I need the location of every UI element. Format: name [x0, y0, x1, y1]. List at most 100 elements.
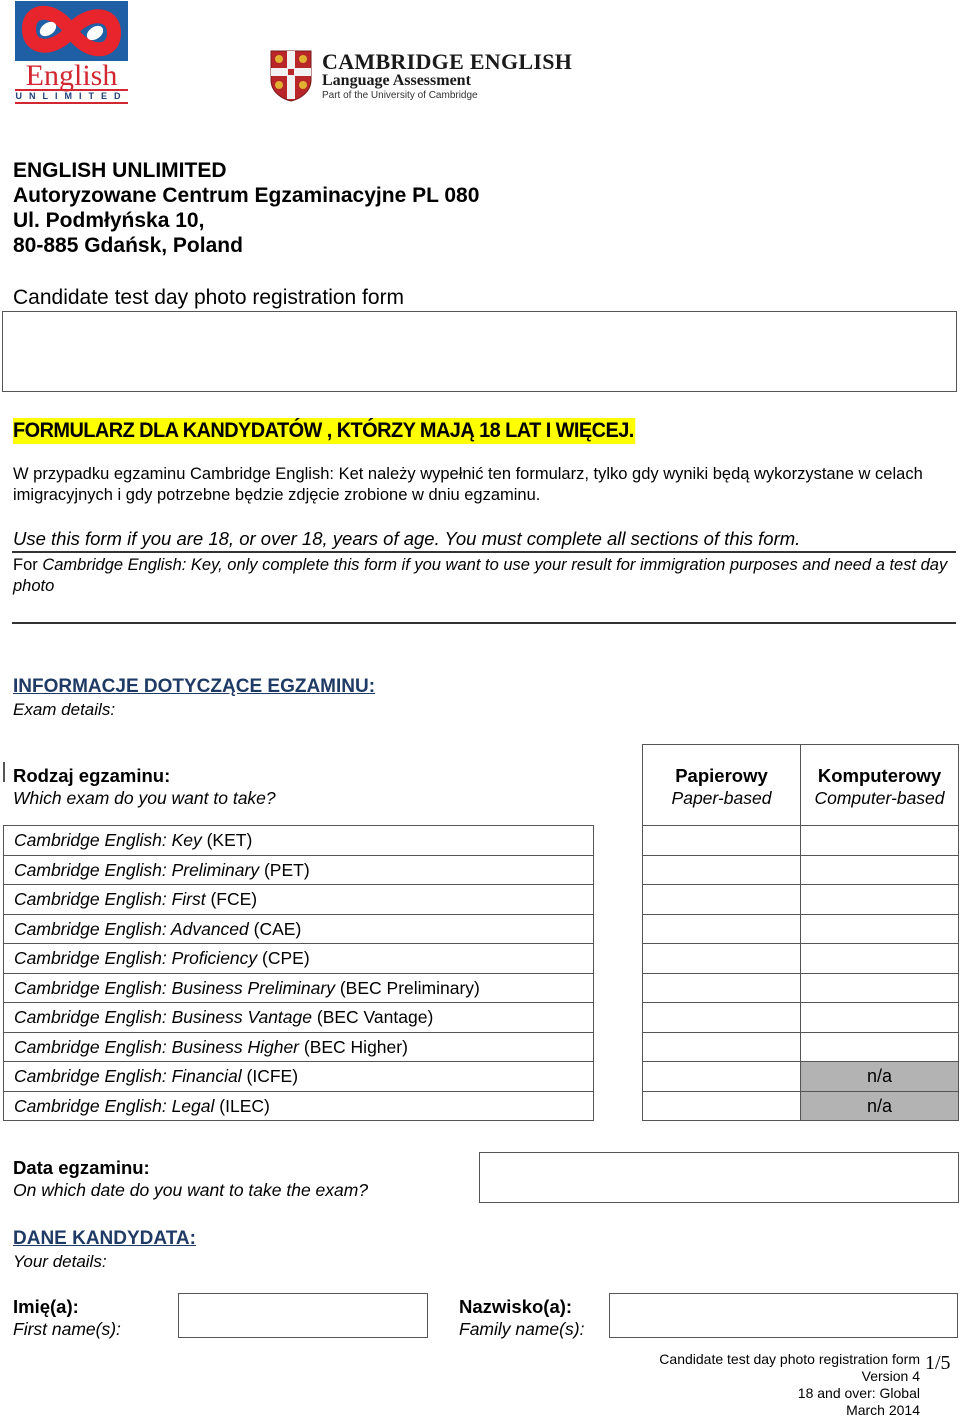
- exam-date-label: Data egzaminu:: [13, 1157, 150, 1178]
- exam-code: (KET): [206, 830, 253, 850]
- centre-authorisation: Autoryzowane Centrum Egzaminacyjne PL 08…: [13, 184, 480, 207]
- footer-date: March 2014: [846, 1402, 920, 1418]
- exam-details-heading: INFORMACJE DOTYCZĄCE EGZAMINU:: [13, 676, 376, 697]
- exam-row: Cambridge English: Business Higher (BEC …: [4, 1031, 593, 1062]
- paper-based-checkbox-cell[interactable]: [643, 856, 800, 885]
- computer-based-checkbox-cell[interactable]: [800, 855, 958, 884]
- exam-name: Cambridge English: Preliminary: [14, 859, 260, 880]
- footer-audience: 18 and over: Global: [797, 1385, 920, 1401]
- exam-code: (BEC Vantage): [316, 1007, 434, 1027]
- age-notice-highlight: FORMULARZ DLA KANDYDATÓW , KTÓRZY MAJĄ 1…: [13, 418, 636, 444]
- exam-mode-row: [643, 854, 958, 885]
- computer-based-sublabel: Computer-based: [814, 788, 945, 808]
- family-name-input[interactable]: [609, 1293, 958, 1338]
- exam-row: Cambridge English: Key (KET): [4, 826, 593, 855]
- footer-version: Version 4: [861, 1368, 920, 1384]
- exam-mode-row: [643, 1031, 958, 1062]
- paper-based-checkbox-cell[interactable]: [643, 974, 800, 1003]
- exam-code: (FCE): [210, 889, 258, 909]
- exam-name: Cambridge English: Legal: [14, 1095, 215, 1116]
- exam-mode-row: [643, 943, 958, 973]
- exam-code: (BEC Higher): [303, 1036, 408, 1057]
- exam-details-subheading: Exam details:: [13, 700, 116, 719]
- exam-mode-row: [643, 913, 958, 944]
- exam-row: Cambridge English: First (FCE): [4, 884, 593, 914]
- exam-row: Cambridge English: Financial (ICFE): [4, 1061, 593, 1091]
- exam-name: Cambridge English: Key: [14, 830, 202, 850]
- centre-street: Ul. Podmłyńska 10,: [13, 209, 205, 232]
- paper-based-checkbox-cell[interactable]: [643, 1003, 800, 1032]
- cambridge-english-logo: CAMBRIDGE ENGLISH Language Assessment Pa…: [270, 50, 600, 105]
- exam-list: Cambridge English: Key (KET) Cambridge En…: [3, 825, 594, 1121]
- logo-english-text: English: [25, 59, 118, 92]
- first-name-label: Imię(a):: [13, 1296, 79, 1317]
- computer-based-checkbox-cell[interactable]: [800, 1003, 958, 1032]
- first-name-sublabel: First name(s):: [13, 1319, 121, 1339]
- paper-based-checkbox-cell[interactable]: [643, 1033, 800, 1062]
- exam-name: Cambridge English: Proficiency: [14, 948, 258, 968]
- exam-mode-header: Papierowy Paper-based Komputerowy Comput…: [642, 744, 959, 826]
- exam-mode-grid: n/a n/a: [642, 825, 959, 1121]
- divider: [12, 551, 956, 553]
- exam-row: Cambridge English: Business Preliminary …: [4, 972, 593, 1003]
- candidate-details-heading: DANE KANDYDATA:: [13, 1228, 196, 1249]
- exam-mode-row: n/a: [643, 1061, 958, 1091]
- exam-date-question: On which date do you want to take the ex…: [13, 1180, 369, 1200]
- paper-based-checkbox-cell[interactable]: [643, 944, 800, 973]
- exam-name: Cambridge English: Business Higher: [14, 1036, 299, 1057]
- computer-based-checkbox-cell[interactable]: [800, 914, 958, 943]
- paper-based-checkbox-cell[interactable]: [643, 1062, 800, 1091]
- cambridge-subtitle: Language Assessment: [322, 72, 471, 89]
- exam-type-label: Rodzaj egzaminu:: [13, 765, 171, 786]
- exam-mode-row: [643, 1002, 958, 1032]
- paper-based-checkbox-cell[interactable]: [643, 885, 800, 914]
- exam-code: (PET): [263, 859, 310, 880]
- exam-mode-row: [643, 826, 958, 855]
- computer-based-checkbox-cell[interactable]: [800, 1032, 958, 1061]
- exam-row: Cambridge English: Advanced (CAE): [4, 913, 593, 944]
- form-title: Candidate test day photo registration fo…: [13, 286, 405, 309]
- paper-based-checkbox-cell[interactable]: [643, 1092, 800, 1121]
- exam-name: Cambridge English: Business Vantage: [14, 1007, 312, 1027]
- exam-row: Cambridge English: Business Vantage (BEC…: [4, 1002, 593, 1032]
- paper-based-checkbox-cell[interactable]: [643, 915, 800, 944]
- computer-based-column-header: Komputerowy Computer-based: [800, 745, 958, 825]
- computer-based-checkbox-cell[interactable]: [800, 944, 958, 973]
- computer-based-checkbox-cell: n/a: [800, 1091, 958, 1120]
- ket-note-prefix: For: [13, 556, 38, 574]
- footer-info: Candidate test day photo registration fo…: [659, 1351, 920, 1419]
- family-name-label: Nazwisko(a):: [459, 1296, 573, 1317]
- exam-code: (CPE): [262, 948, 310, 968]
- ket-note: For Cambridge English: Key, only complet…: [13, 555, 958, 597]
- exam-code: (ICFE): [246, 1066, 299, 1086]
- exam-date-input[interactable]: [479, 1152, 959, 1203]
- exam-code: (ILEC): [219, 1095, 270, 1116]
- exam-mode-row: [643, 884, 958, 914]
- exam-row: Cambridge English: Preliminary (PET): [4, 854, 593, 885]
- family-name-sublabel: Family name(s):: [459, 1319, 585, 1339]
- computer-based-label: Komputerowy: [817, 765, 942, 786]
- paper-based-checkbox-cell[interactable]: [643, 826, 800, 855]
- exam-name: Cambridge English: First: [14, 889, 206, 909]
- photo-box[interactable]: [2, 311, 957, 392]
- computer-based-checkbox-cell: n/a: [800, 1062, 958, 1091]
- exam-code: (CAE): [253, 918, 302, 939]
- exam-mode-row: n/a: [643, 1090, 958, 1121]
- exam-row: Cambridge English: Legal (ILEC): [4, 1090, 593, 1121]
- computer-based-checkbox-cell[interactable]: [800, 826, 958, 855]
- english-unlimited-logo: English UNLIMITED: [15, 1, 128, 104]
- logo-unlimited-text: UNLIMITED: [15, 91, 128, 101]
- exam-code: (BEC Preliminary): [339, 977, 480, 998]
- cambridge-shield-icon: [270, 50, 312, 102]
- candidate-details-subheading: Your details:: [13, 1252, 107, 1271]
- exam-row: Cambridge English: Proficiency (CPE): [4, 943, 593, 973]
- computer-based-checkbox-cell[interactable]: [800, 885, 958, 914]
- computer-based-checkbox-cell[interactable]: [800, 973, 958, 1002]
- polish-instructions: W przypadku egzaminu Cambridge English: …: [13, 465, 923, 504]
- usage-instructions: Use this form if you are 18, or over 18,…: [13, 528, 801, 549]
- ket-note-text: Cambridge English: Key, only complete th…: [13, 556, 948, 595]
- page-number: 1/5: [925, 1352, 951, 1374]
- first-name-input[interactable]: [178, 1293, 428, 1338]
- paper-based-column-header: Papierowy Paper-based: [643, 745, 800, 825]
- cambridge-part-of: Part of the University of Cambridge: [322, 90, 478, 101]
